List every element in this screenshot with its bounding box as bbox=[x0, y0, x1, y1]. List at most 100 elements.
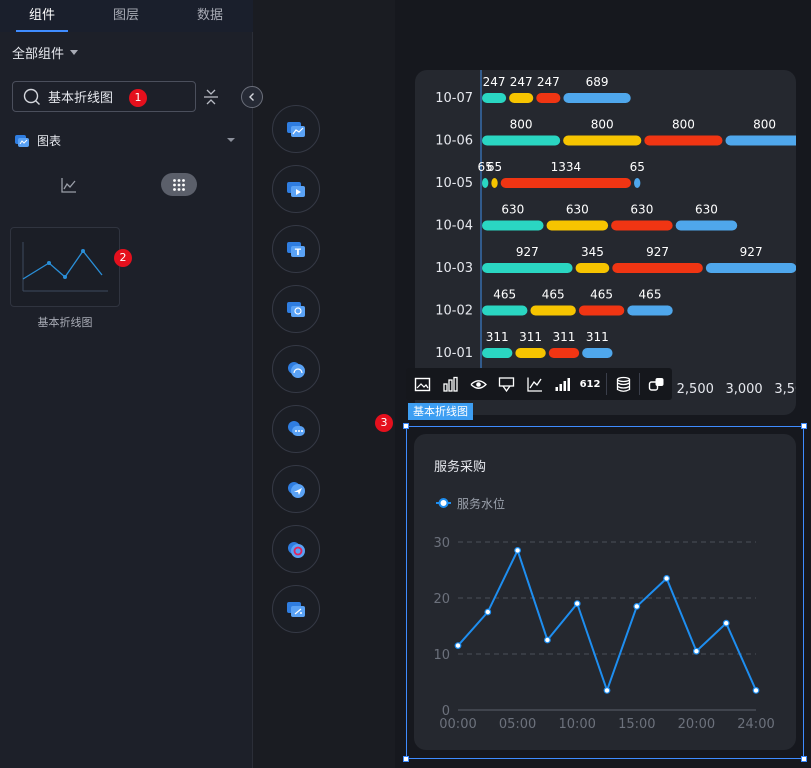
bar-segment bbox=[482, 263, 573, 273]
x-tick-label: 3,500 bbox=[774, 382, 796, 397]
tab-layers[interactable]: 图层 bbox=[84, 0, 168, 32]
resize-handle-top-right[interactable] bbox=[801, 423, 807, 429]
interaction-tool-button[interactable] bbox=[643, 371, 669, 397]
rail-navigation-button[interactable] bbox=[272, 465, 320, 513]
record-icon bbox=[288, 542, 305, 558]
chevron-down-icon bbox=[70, 50, 79, 55]
tab-data[interactable]: 数据 bbox=[168, 0, 252, 32]
resize-handle-bottom-right[interactable] bbox=[801, 756, 807, 762]
category-label: 10-01 bbox=[435, 346, 473, 361]
bar-segment bbox=[705, 263, 796, 273]
search-input[interactable]: 基本折线图 bbox=[12, 81, 196, 112]
sort-icon[interactable] bbox=[203, 88, 219, 106]
component-filter-dropdown[interactable]: 全部组件 bbox=[12, 43, 79, 62]
bar-segment bbox=[611, 220, 673, 231]
bar-value-label: 465 bbox=[493, 288, 516, 302]
line-chart-thumbnail-icon bbox=[22, 242, 108, 292]
bar-segment bbox=[548, 348, 580, 358]
category-label: 10-04 bbox=[435, 219, 473, 234]
filter-tool-button[interactable] bbox=[493, 371, 519, 397]
bar-segment bbox=[578, 305, 625, 316]
eye-icon bbox=[470, 379, 487, 389]
rail-chart-button[interactable] bbox=[272, 105, 320, 153]
search-icon bbox=[23, 88, 40, 105]
bar-value-label: 345 bbox=[581, 245, 604, 259]
svg-text:T: T bbox=[295, 248, 302, 258]
tab-components[interactable]: 组件 bbox=[0, 0, 84, 32]
bar-segment bbox=[482, 135, 561, 146]
bar-value-label: 247 bbox=[483, 75, 506, 89]
image-tool-button[interactable] bbox=[409, 371, 435, 397]
category-charts[interactable]: 图表 bbox=[14, 131, 239, 149]
resize-handle-bottom-left[interactable] bbox=[403, 756, 409, 762]
bar-value-label: 311 bbox=[553, 330, 576, 344]
filter-label: 全部组件 bbox=[12, 47, 65, 62]
bar-segment bbox=[482, 178, 489, 188]
bar-value-label: 800 bbox=[672, 118, 695, 132]
step-badge-3: 3 bbox=[375, 414, 393, 432]
number-tool-button[interactable]: 612 bbox=[577, 371, 603, 397]
signal-tool-button[interactable] bbox=[549, 371, 575, 397]
bar-segment bbox=[675, 220, 738, 231]
bar-value-label: 630 bbox=[566, 203, 589, 217]
selection-frame[interactable] bbox=[406, 426, 804, 759]
resize-handle-top-left[interactable] bbox=[403, 423, 409, 429]
rail-message-button[interactable] bbox=[272, 405, 320, 453]
rail-record-button[interactable] bbox=[272, 525, 320, 573]
chevron-down-icon bbox=[227, 138, 235, 142]
x-tick-label: 2,500 bbox=[677, 382, 714, 397]
category-label: 10-03 bbox=[435, 261, 473, 276]
bar-chart-icon bbox=[442, 376, 458, 392]
collapse-panel-button[interactable] bbox=[241, 86, 263, 108]
bar-value-label: 65 bbox=[630, 160, 645, 174]
line-chart-view-icon[interactable] bbox=[60, 176, 78, 194]
bar-segment bbox=[582, 348, 613, 358]
bar-value-label: 1334 bbox=[551, 160, 582, 174]
category-label: 10-02 bbox=[435, 304, 473, 319]
rail-map-button[interactable] bbox=[272, 285, 320, 333]
bar-value-label: 927 bbox=[646, 245, 669, 259]
bar-segment bbox=[491, 178, 498, 188]
link-icon bbox=[648, 377, 663, 391]
bar-chart-widget[interactable]: 10-07 247 247 247 689 10-06 800 800 800 800 10-05 6… bbox=[415, 70, 796, 415]
category-label: 10-07 bbox=[435, 91, 473, 106]
app-root: 组件 图层 数据 全部组件 基本折线图 1 图表 2 基本折线图 T 10-07… bbox=[0, 0, 811, 768]
step-badge-2: 2 bbox=[114, 249, 132, 267]
text-icon: T bbox=[287, 242, 305, 258]
bar-segment bbox=[563, 93, 631, 103]
bar-value-label: 247 bbox=[537, 75, 560, 89]
bar-segment bbox=[482, 93, 507, 103]
gauge-icon bbox=[288, 362, 305, 378]
rail-gauge-button[interactable] bbox=[272, 345, 320, 393]
widget-toolbar: 612 bbox=[406, 368, 672, 400]
category-label: 图表 bbox=[37, 133, 62, 148]
grid-icon bbox=[173, 178, 185, 191]
bar-segment bbox=[536, 93, 561, 103]
bar-value-label: 800 bbox=[510, 118, 533, 132]
bar-segment bbox=[500, 178, 632, 188]
bar-segment bbox=[509, 93, 534, 103]
bar-chart-tool-button[interactable] bbox=[437, 371, 463, 397]
bar-value-label: 311 bbox=[486, 330, 509, 344]
rail-media-button[interactable] bbox=[272, 165, 320, 213]
preview-tool-button[interactable] bbox=[465, 371, 491, 397]
step-badge-1: 1 bbox=[129, 89, 147, 107]
bar-value-label: 927 bbox=[740, 245, 763, 259]
datasource-tool-button[interactable] bbox=[610, 371, 636, 397]
number-tool-label: 612 bbox=[579, 378, 601, 390]
selected-widget-label: 基本折线图 bbox=[408, 403, 473, 420]
axis-tool-button[interactable] bbox=[521, 371, 547, 397]
bar-segment bbox=[546, 220, 609, 231]
panel-tabs: 组件 图层 数据 bbox=[0, 0, 253, 32]
component-panel: 组件 图层 数据 全部组件 基本折线图 1 图表 2 基本折线图 bbox=[0, 0, 263, 768]
rail-text-button[interactable]: T bbox=[272, 225, 320, 273]
search-value: 基本折线图 bbox=[48, 91, 114, 106]
category-label: 10-05 bbox=[435, 176, 473, 191]
axis-icon bbox=[526, 377, 542, 392]
bar-segment bbox=[627, 305, 673, 316]
message-icon bbox=[288, 421, 305, 436]
bar-value-label: 630 bbox=[695, 203, 718, 217]
grid-view-toggle[interactable] bbox=[161, 173, 197, 196]
component-card-basic-line[interactable] bbox=[10, 227, 120, 307]
rail-more-button[interactable] bbox=[272, 585, 320, 633]
